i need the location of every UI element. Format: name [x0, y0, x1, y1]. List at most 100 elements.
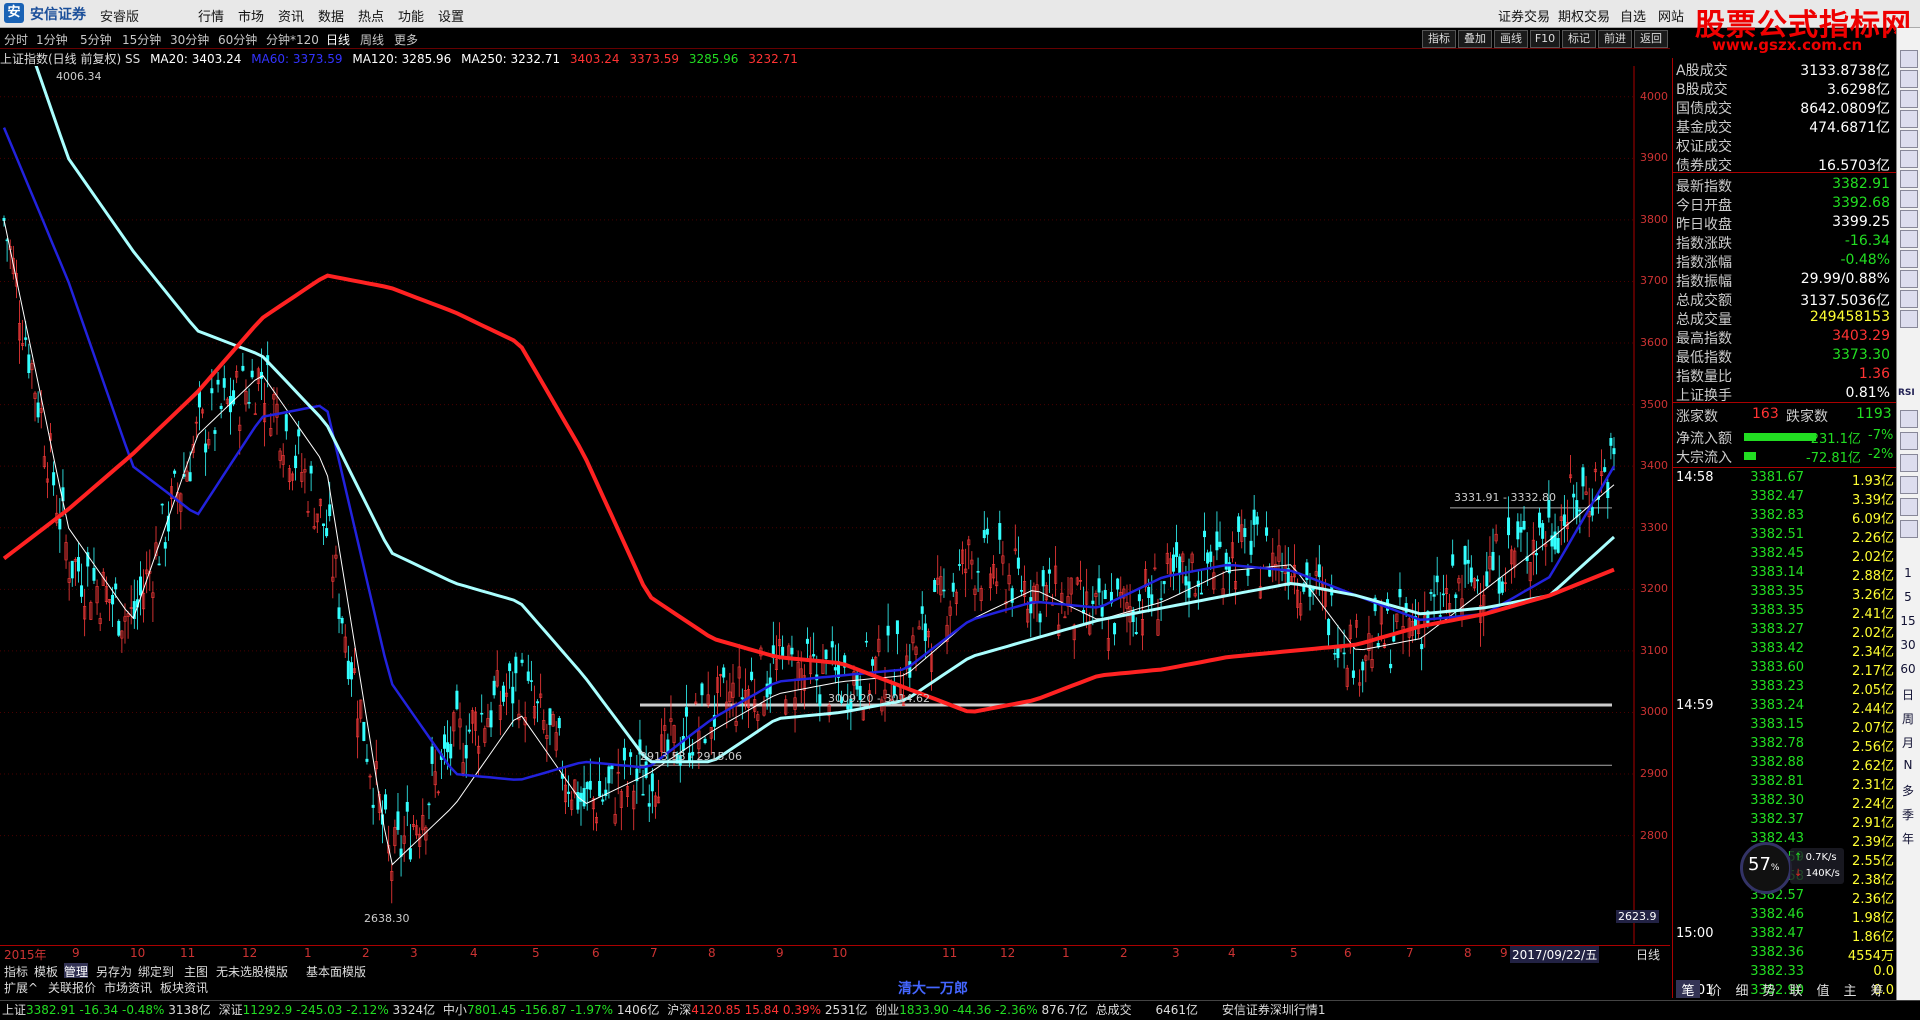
back-button[interactable]: 返回 [1634, 30, 1668, 48]
side-period-button[interactable]: 15 [1898, 614, 1918, 628]
status-zx: 7801.45 [466, 1003, 517, 1017]
candle-body [923, 623, 927, 641]
side-period-button[interactable]: 30 [1898, 638, 1918, 652]
side-tool-icon[interactable] [1900, 130, 1918, 148]
tab-manage[interactable]: 管理 [64, 963, 89, 979]
tab-no-stock-template[interactable]: 无未选股模版 [216, 963, 288, 979]
stat-label: 指数振幅 [1676, 274, 1732, 290]
side-tool-icon[interactable] [1900, 110, 1918, 128]
tab-bind-to[interactable]: 绑定到 [138, 963, 174, 979]
side-period-button[interactable]: 年 [1898, 830, 1918, 847]
period-1min[interactable]: 1分钟 [36, 31, 68, 48]
tab-template[interactable]: 模板 [34, 963, 58, 979]
menu-settings[interactable]: 设置 [438, 6, 464, 25]
side-tool-icon[interactable] [1900, 150, 1918, 168]
side-tool-icon[interactable] [1900, 498, 1918, 516]
side-period-button[interactable]: 60 [1898, 662, 1918, 676]
candle-body [1203, 530, 1207, 538]
side-period-button[interactable]: 1 [1898, 566, 1918, 580]
tab-indicator[interactable]: 指标 [4, 963, 28, 979]
menu-data[interactable]: 数据 [318, 6, 344, 25]
tick-price: 3382.30 [1750, 793, 1804, 808]
stat-label: 总成交量 [1676, 312, 1732, 328]
side-tool-icon[interactable] [1900, 454, 1918, 472]
side-tool-icon[interactable] [1900, 250, 1918, 268]
period-weekly[interactable]: 周线 [360, 31, 384, 48]
draw-line-button[interactable]: 画线 [1494, 30, 1528, 48]
menu-news[interactable]: 资讯 [278, 6, 304, 25]
panel-tab[interactable]: 值 [1811, 980, 1835, 999]
side-tool-icon[interactable] [1900, 290, 1918, 308]
side-tool-icon[interactable] [1900, 210, 1918, 228]
side-period-button[interactable]: 日 [1898, 686, 1918, 703]
status-cy-pct: -2.36% [995, 1003, 1038, 1017]
tab-fundamental-template[interactable]: 基本面模版 [306, 963, 366, 979]
panel-tab[interactable]: 笔 [1676, 980, 1700, 999]
period-5min[interactable]: 5分钟 [80, 31, 112, 48]
side-period-button[interactable]: 多 [1898, 782, 1918, 799]
menu-market[interactable]: 市场 [238, 6, 264, 25]
flow-label: 净流入额 [1676, 431, 1732, 447]
side-tool-icon[interactable] [1900, 410, 1918, 428]
panel-tab[interactable]: 细 [1730, 980, 1754, 999]
candle-body [188, 472, 192, 482]
side-period-button[interactable]: 周 [1898, 710, 1918, 727]
side-tool-icon[interactable] [1900, 170, 1918, 188]
period-120min[interactable]: 分钟*120 [266, 31, 319, 48]
tab-market-news[interactable]: 市场资讯 [104, 979, 152, 995]
menu-option-trading[interactable]: 期权交易 [1558, 6, 1610, 25]
tick-volume: 1.98亿 [1852, 911, 1894, 926]
period-60min[interactable]: 60分钟 [218, 31, 257, 48]
candle-body [111, 594, 115, 605]
menu-website[interactable]: 网站 [1658, 6, 1684, 25]
side-period-button[interactable]: 季 [1898, 806, 1918, 823]
menu-hot[interactable]: 热点 [358, 6, 384, 25]
side-tool-icon[interactable] [1900, 90, 1918, 108]
menu-watchlist[interactable]: 自选 [1620, 6, 1646, 25]
period-intraday[interactable]: 分时 [4, 31, 28, 48]
menu-functions[interactable]: 功能 [398, 6, 424, 25]
panel-tab[interactable]: 联 [1784, 980, 1808, 999]
side-tool-icon[interactable] [1900, 476, 1918, 494]
panel-tab[interactable]: 价 [1703, 980, 1727, 999]
overlay-button[interactable]: 叠加 [1458, 30, 1492, 48]
side-period-button[interactable]: N [1898, 758, 1918, 772]
tab-related-quotes[interactable]: 关联报价 [48, 979, 96, 995]
period-30min[interactable]: 30分钟 [170, 31, 209, 48]
side-tool-icon[interactable] [1900, 520, 1918, 538]
indicator-button[interactable]: 指标 [1422, 30, 1456, 48]
side-tool-icon[interactable] [1900, 230, 1918, 248]
candle-body [1541, 523, 1545, 539]
period-more[interactable]: 更多 [394, 31, 418, 48]
f10-button[interactable]: F10 [1530, 30, 1560, 48]
kline-chart[interactable] [0, 66, 1670, 944]
side-tool-icon[interactable] [1900, 190, 1918, 208]
menu-stock-trading[interactable]: 证券交易 [1498, 6, 1550, 25]
side-tool-icon[interactable] [1900, 310, 1918, 328]
candle-body [430, 746, 434, 764]
candle-body [365, 758, 369, 762]
side-period-button[interactable]: 5 [1898, 590, 1918, 604]
side-tool-icon[interactable] [1900, 432, 1918, 450]
side-rsi-label[interactable]: RSI [1898, 388, 1915, 398]
candle-body [557, 718, 561, 729]
menu-quotes[interactable]: 行情 [198, 6, 224, 25]
mark-button[interactable]: 标记 [1562, 30, 1596, 48]
side-period-button[interactable]: 月 [1898, 734, 1918, 751]
side-tool-icon[interactable] [1900, 270, 1918, 288]
period-15min[interactable]: 15分钟 [122, 31, 161, 48]
period-daily[interactable]: 日线 [326, 31, 350, 48]
side-tool-icon[interactable] [1900, 70, 1918, 88]
tab-sector-news[interactable]: 板块资讯 [160, 979, 208, 995]
panel-tab[interactable]: 筹 [1865, 980, 1889, 999]
forward-button[interactable]: 前进 [1598, 30, 1632, 48]
tab-expand[interactable]: 扩展^ [4, 979, 38, 995]
candle-body [920, 606, 924, 614]
flow-bar [1744, 452, 1756, 460]
tab-save-as[interactable]: 另存为 [96, 963, 132, 979]
side-tool-icon[interactable] [1900, 50, 1918, 68]
candle-body [1572, 493, 1576, 498]
panel-tab[interactable]: 主 [1838, 980, 1862, 999]
tab-main-chart[interactable]: 主图 [184, 963, 208, 979]
panel-tab[interactable]: 势 [1757, 980, 1781, 999]
